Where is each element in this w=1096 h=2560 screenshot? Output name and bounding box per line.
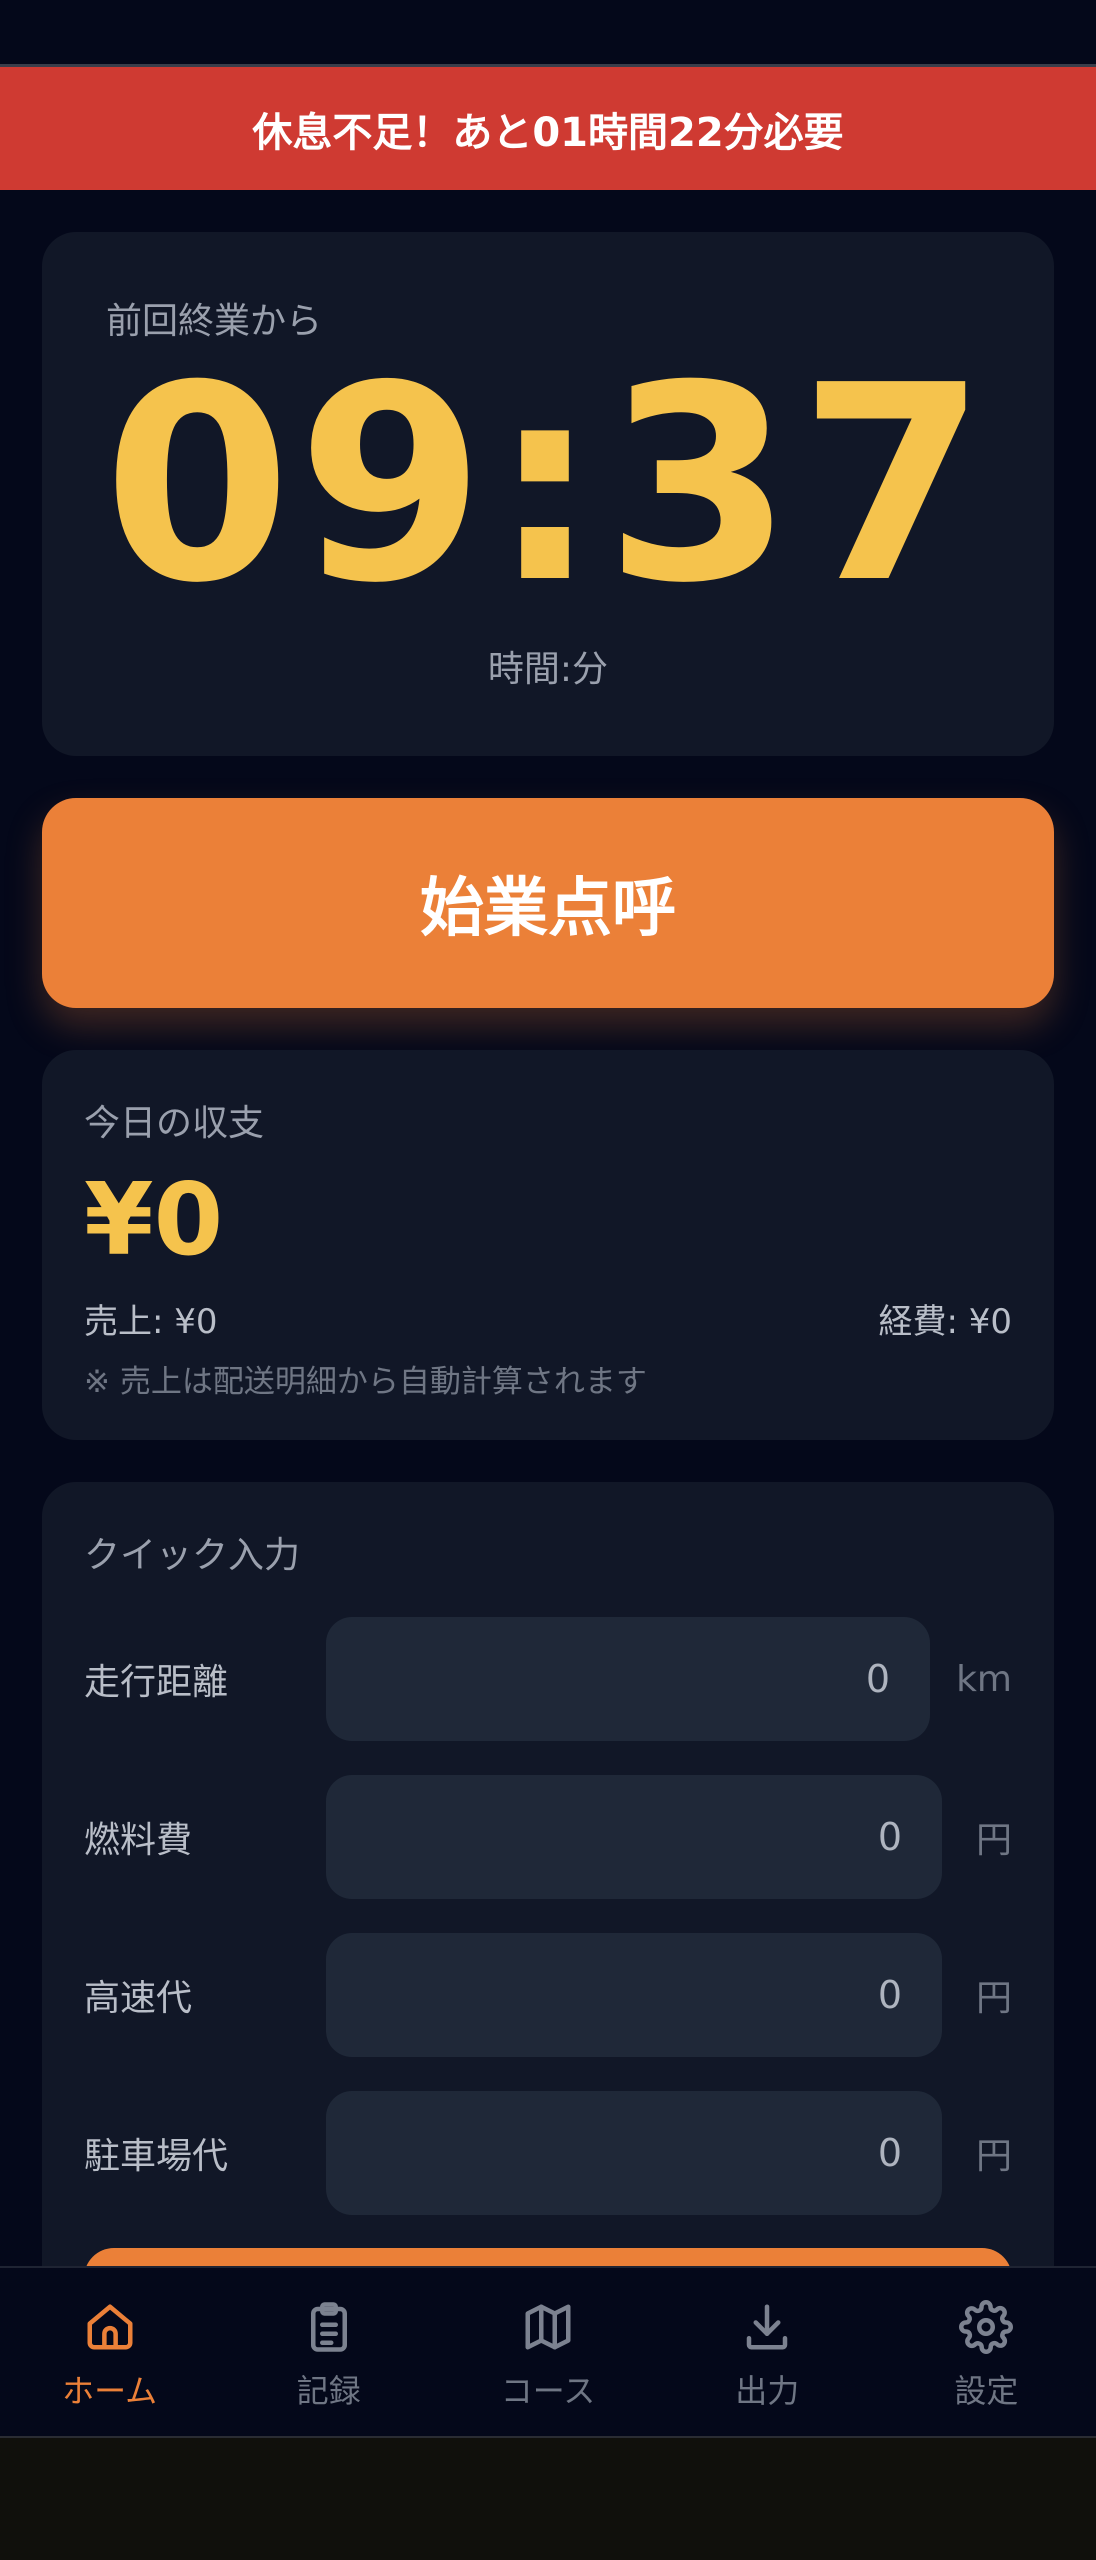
quick-row-parking: 駐車場代 円: [42, 2091, 1054, 2215]
map-icon: [525, 2304, 571, 2350]
clipboard-icon: [310, 2302, 347, 2352]
highway-toll-unit: 円: [975, 1978, 1012, 2019]
nav-records-label: 記録: [296, 2372, 361, 2410]
download-icon: [746, 2304, 788, 2350]
fuel-cost-unit: 円: [975, 1820, 1012, 1861]
income-sales: 売上: ¥0: [84, 1302, 218, 1342]
fuel-cost-label: 燃料費: [84, 1820, 193, 1861]
quick-row-distance: 走行距離 km: [42, 1617, 1054, 1741]
timer-unit: 時間:分: [487, 649, 609, 690]
distance-unit: km: [956, 1658, 1012, 1700]
daily-income-card: 今日の収支 ¥0 売上: ¥0 経費: ¥0 ※ 売上は配送明細から自動計算され…: [42, 1050, 1054, 1440]
elapsed-timer-card: 前回終業から 09:37 時間:分: [42, 232, 1054, 756]
quick-row-highway: 高速代 円: [42, 1933, 1054, 2057]
quick-input-card: クイック入力 走行距離 km 燃料費 円 高速代 円 駐車場代 円: [42, 1482, 1054, 2302]
parking-fee-label: 駐車場代: [84, 2136, 229, 2177]
income-expense: 経費: ¥0: [878, 1302, 1012, 1342]
timer-value: 09:37: [103, 327, 993, 642]
home-icon: [87, 2304, 133, 2350]
quick-input-title: クイック入力: [84, 1535, 301, 1576]
distance-input[interactable]: [326, 1617, 930, 1741]
status-bar: [0, 0, 1096, 64]
distance-label: 走行距離: [84, 1662, 229, 1703]
income-total: ¥0: [84, 1161, 224, 1278]
highway-toll-label: 高速代: [84, 1978, 193, 2019]
highway-toll-input[interactable]: [326, 1933, 942, 2057]
nav-records[interactable]: 記録: [219, 2268, 438, 2436]
fuel-cost-input[interactable]: [326, 1775, 942, 1899]
rest-warning-text: 休息不足！あと01時間22分必要: [252, 109, 844, 156]
bottom-nav: ホーム 記録 コース 出力 設定: [0, 2266, 1096, 2436]
system-gesture-bar: [0, 2436, 1096, 2560]
rest-warning-banner: 休息不足！あと01時間22分必要: [0, 64, 1096, 190]
nav-course[interactable]: コース: [438, 2268, 657, 2436]
quick-row-fuel: 燃料費 円: [42, 1775, 1054, 1899]
nav-course-label: コース: [500, 2372, 596, 2410]
nav-home-label: ホーム: [62, 2372, 158, 2410]
start-roll-call-button[interactable]: 始業点呼: [42, 798, 1054, 1008]
app-screen: 休息不足！あと01時間22分必要 前回終業から 09:37 時間:分 始業点呼 …: [0, 0, 1096, 2560]
nav-export-label: 出力: [735, 2372, 800, 2410]
nav-export[interactable]: 出力: [658, 2268, 877, 2436]
parking-fee-unit: 円: [975, 2136, 1012, 2177]
parking-fee-input[interactable]: [326, 2091, 942, 2215]
income-title: 今日の収支: [84, 1103, 265, 1144]
income-note: ※ 売上は配送明細から自動計算されます: [84, 1364, 647, 1400]
nav-settings-label: 設定: [954, 2372, 1019, 2410]
nav-home[interactable]: ホーム: [0, 2268, 219, 2436]
nav-settings[interactable]: 設定: [877, 2268, 1096, 2436]
gear-icon: [959, 2300, 1014, 2354]
